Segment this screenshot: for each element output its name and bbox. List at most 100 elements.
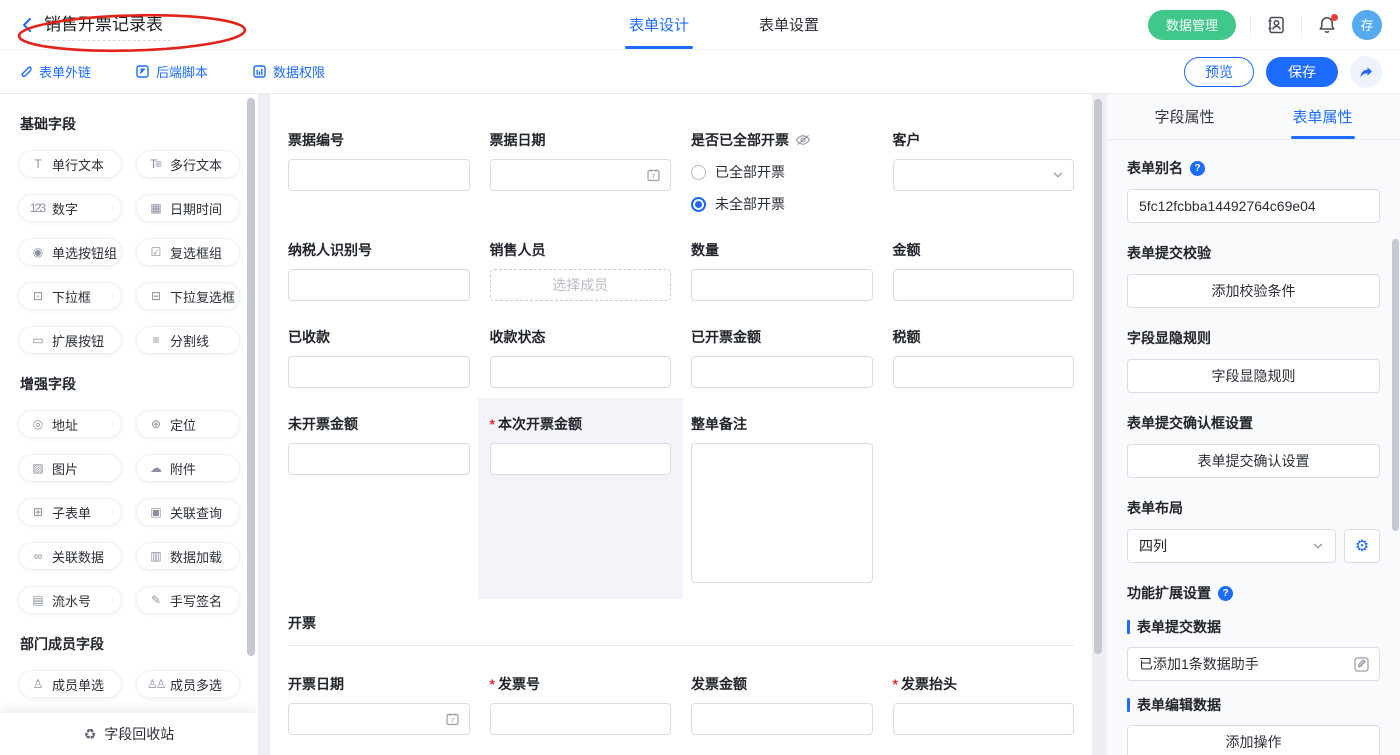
layout-gear-button[interactable]: ⚙	[1344, 529, 1380, 563]
sidebar-item-multi-dropdown[interactable]: ⊟下拉复选框	[136, 282, 240, 310]
sidebar-item-member-single[interactable]: ♙成员单选	[18, 670, 122, 698]
sidebar-item-signature[interactable]: ✎手写签名	[136, 586, 240, 614]
panel-scrollbar[interactable]	[1392, 239, 1399, 531]
add-action-button[interactable]: 添加操作	[1127, 725, 1380, 755]
form-title[interactable]: 销售开票记录表	[42, 8, 171, 41]
radio-unchecked-icon[interactable]	[691, 165, 706, 180]
field-label-text: 发票金额	[691, 674, 747, 694]
avatar[interactable]: 存	[1352, 10, 1382, 40]
field-label: 数量	[691, 240, 873, 260]
multi-line-text-icon: T≡	[147, 157, 163, 171]
extension-settings-label: 功能扩展设置 ?	[1127, 583, 1380, 603]
sidebar-item-extend-button[interactable]: ▭扩展按钮	[18, 326, 122, 354]
sidebar-item-location[interactable]: ⊕定位	[136, 410, 240, 438]
text-input[interactable]	[288, 269, 470, 301]
text-input[interactable]	[490, 356, 672, 388]
data-permission-button[interactable]: 数据权限	[252, 62, 325, 81]
radio-option[interactable]: 未全部开票	[691, 194, 873, 214]
sidebar-item-datetime[interactable]: ▦日期时间	[136, 194, 240, 222]
datetime-icon: ▦	[147, 201, 163, 215]
sidebar-item-label: 地址	[52, 415, 78, 434]
sidebar-item-label: 附件	[170, 459, 196, 478]
text-input[interactable]	[893, 269, 1075, 301]
tab-form-properties[interactable]: 表单属性	[1291, 94, 1355, 139]
field-label-text: 数量	[691, 240, 719, 260]
form-submit-data-label: 表单提交数据	[1127, 617, 1380, 637]
form-field-开票日期: 开票日期7	[288, 674, 470, 735]
sidebar-item-image[interactable]: ▨图片	[18, 454, 122, 482]
canvas-gutter-right	[1092, 94, 1106, 755]
form-row: 开票日期7*发票号发票金额*发票抬头	[288, 674, 1074, 735]
text-input[interactable]	[691, 269, 873, 301]
canvas-scrollbar[interactable]	[1094, 99, 1102, 654]
sidebar-item-multi-line-text[interactable]: T≡多行文本	[136, 150, 240, 178]
tab-field-properties[interactable]: 字段属性	[1152, 94, 1216, 139]
subform-icon: ⊞	[29, 505, 45, 519]
panel-button[interactable]: 表单提交确认设置	[1127, 444, 1380, 478]
sidebar-item-radio-group[interactable]: ◉单选按钮组	[18, 238, 122, 266]
text-input[interactable]	[893, 356, 1075, 388]
select-input[interactable]	[893, 159, 1075, 191]
field-label-text: 票据编号	[288, 130, 344, 150]
data-manage-button[interactable]: 数据管理	[1148, 10, 1236, 40]
sidebar-item-label: 图片	[52, 459, 78, 478]
panel-group-表单布局: 表单布局四列⚙	[1127, 498, 1380, 563]
address-icon: ◎	[29, 417, 45, 431]
panel-group-label: 表单布局	[1127, 498, 1380, 518]
form-field-销售人员: 销售人员选择成员	[490, 240, 672, 301]
properties-panel: 字段属性 表单属性 表单别名?5fc12fcbba14492764c69e04表…	[1106, 94, 1400, 755]
sidebar-item-divider[interactable]: ≡分割线	[136, 326, 240, 354]
text-input[interactable]	[691, 356, 873, 388]
text-input[interactable]	[288, 356, 470, 388]
back-button[interactable]	[16, 14, 38, 36]
form-field-票据日期: 票据日期7	[490, 130, 672, 214]
radio-checked-icon[interactable]	[691, 197, 706, 212]
field-label-text: 未开票金额	[288, 414, 358, 434]
panel-button[interactable]: 字段显隐规则	[1127, 359, 1380, 393]
sidebar-item-checkbox-group[interactable]: ☑复选框组	[136, 238, 240, 266]
sidebar-item-address[interactable]: ◎ 地址	[18, 410, 122, 438]
calendar-icon: 7	[445, 712, 460, 727]
text-input[interactable]	[490, 443, 672, 475]
text-input[interactable]	[691, 703, 873, 735]
external-link-button[interactable]: 表单外链	[18, 62, 91, 81]
date-input[interactable]: 7	[288, 703, 470, 735]
sidebar-item-data-load[interactable]: ▥数据加载	[136, 542, 240, 570]
sidebar-field-grid: T单行文本 T≡多行文本 123数字 ▦日期时间 ◉单选按钮组 ☑复选框组 ⊡下拉框 ⊟下拉复…	[18, 150, 240, 354]
panel-input[interactable]: 5fc12fcbba14492764c69e04	[1127, 189, 1380, 223]
tab-form-settings[interactable]: 表单设置	[755, 0, 823, 49]
sidebar-item-single-line-text[interactable]: T单行文本	[18, 150, 122, 178]
sidebar-scrollbar[interactable]	[247, 98, 255, 656]
sidebar-item-linked-query[interactable]: ▣关联查询	[136, 498, 240, 526]
sidebar-item-serial-number[interactable]: ▤流水号	[18, 586, 122, 614]
panel-group-label: 表单提交确认框设置	[1127, 413, 1380, 433]
sidebar-item-member-multi[interactable]: ♙♙成员多选	[136, 670, 240, 698]
sidebar-item-linked-data[interactable]: ∞关联数据	[18, 542, 122, 570]
sidebar-item-dropdown[interactable]: ⊡下拉框	[18, 282, 122, 310]
sidebar-item-attachment[interactable]: ☁附件	[136, 454, 240, 482]
date-input[interactable]: 7	[490, 159, 672, 191]
textarea-input[interactable]	[691, 443, 873, 583]
data-assistant-box[interactable]: 已添加1条数据助手	[1127, 647, 1380, 681]
field-label: 已开票金额	[691, 327, 873, 347]
notification-bell-icon[interactable]	[1316, 14, 1338, 36]
sidebar-item-number[interactable]: 123数字	[18, 194, 122, 222]
radio-option[interactable]: 已全部开票	[691, 162, 873, 182]
sidebar-item-subform[interactable]: ⊞子表单	[18, 498, 122, 526]
field-recycle-bin[interactable]: ♻ 字段回收站	[0, 713, 258, 755]
text-input[interactable]	[893, 703, 1075, 735]
edit-icon[interactable]	[1353, 656, 1370, 673]
share-button[interactable]	[1350, 56, 1382, 88]
text-input[interactable]	[490, 703, 672, 735]
tab-form-design[interactable]: 表单设计	[625, 0, 693, 49]
layout-select[interactable]: 四列	[1127, 529, 1336, 563]
text-input[interactable]	[288, 443, 470, 475]
panel-button[interactable]: 添加校验条件	[1127, 274, 1380, 308]
sidebar-item-label: 定位	[170, 415, 196, 434]
member-picker[interactable]: 选择成员	[490, 269, 672, 301]
backend-script-button[interactable]: 后端脚本	[135, 62, 208, 81]
save-button[interactable]: 保存	[1266, 57, 1338, 87]
contacts-icon[interactable]	[1265, 14, 1287, 36]
preview-button[interactable]: 预览	[1184, 57, 1254, 87]
text-input[interactable]	[288, 159, 470, 191]
